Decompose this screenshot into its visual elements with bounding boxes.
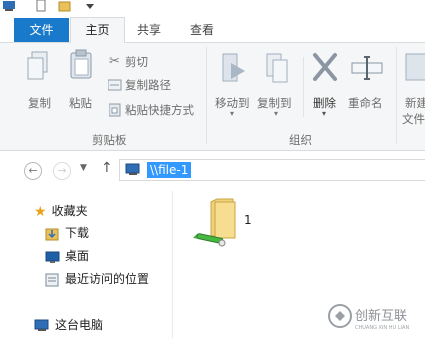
item-name: 1	[244, 213, 252, 227]
sidebar-item-label: 下载	[65, 226, 90, 240]
scissors-icon: ✂	[109, 54, 120, 69]
copy-button[interactable]: 复制	[22, 49, 58, 127]
ribbon: 复制 粘贴 ✂ 剪切 复制路径 粘贴快捷方式 剪贴板 移动到 ▾ 复制到 ▾ 删…	[0, 43, 425, 151]
svg-text:创新互联: 创新互联	[355, 308, 407, 324]
ribbon-separator	[396, 47, 397, 144]
rename-label: 重命名	[348, 96, 383, 110]
brand-logo-icon: 创新互联 CHUANG XIN HU LIAN	[328, 304, 409, 331]
star-icon: ★	[34, 203, 47, 220]
cut-label: 剪切	[125, 55, 148, 69]
move-to-icon	[222, 53, 245, 82]
clipboard-group-label: 剪贴板	[92, 133, 127, 147]
new-folder-icon	[405, 53, 425, 81]
properties-icon[interactable]	[35, 0, 47, 12]
delete-x-icon	[313, 53, 337, 81]
arrow-right-icon: →	[57, 164, 67, 177]
copy-to-icon	[266, 53, 288, 83]
new-label-line2: 文件	[402, 112, 425, 126]
address-path[interactable]: \\file-1	[147, 162, 192, 178]
tab-share[interactable]: 共享	[123, 18, 175, 42]
paste-shortcut-icon	[109, 103, 121, 117]
svg-text:CHUANG XIN HU LIAN: CHUANG XIN HU LIAN	[355, 325, 409, 331]
cut-button[interactable]: ✂ 剪切	[107, 53, 177, 71]
recent-places-icon	[45, 273, 59, 286]
sidebar-item-label: 最近访问的位置	[65, 272, 150, 286]
paste-shortcut-button[interactable]: 粘贴快捷方式	[107, 101, 202, 119]
forward-button[interactable]: →	[53, 162, 71, 180]
address-bar[interactable]: \\file-1	[119, 159, 425, 181]
ribbon-separator	[206, 47, 207, 144]
list-item[interactable]: 1	[191, 196, 271, 252]
new-folder-button[interactable]: 新建 文件	[400, 49, 425, 127]
paste-label: 粘贴	[69, 96, 92, 110]
tab-home[interactable]: 主页	[70, 17, 125, 43]
ribbon-tabs: 文件 主页 共享 查看	[0, 17, 425, 43]
new-folder-icon[interactable]	[58, 0, 72, 12]
organize-group-label: 组织	[289, 133, 312, 147]
copy-label: 复制	[28, 96, 51, 110]
back-button[interactable]: ←	[24, 162, 42, 180]
paste-button[interactable]: 粘贴	[64, 49, 100, 127]
paste-shortcut-label: 粘贴快捷方式	[125, 103, 194, 117]
sidebar-item-recent[interactable]: 最近访问的位置	[45, 270, 149, 288]
sidebar-item-label: 收藏夹	[51, 204, 88, 218]
sidebar-item-desktop[interactable]: 桌面	[45, 247, 89, 265]
copy-to-button[interactable]: 复制到 ▾	[257, 49, 299, 127]
downloads-icon	[45, 228, 59, 240]
dropdown-arrow-icon: ▾	[322, 109, 327, 118]
copy-icon	[27, 51, 48, 80]
recent-locations-dropdown[interactable]: ▼	[80, 163, 87, 173]
desktop-icon	[45, 251, 60, 263]
quick-access-toolbar	[0, 0, 425, 18]
arrow-left-icon: ←	[28, 164, 38, 177]
sidebar-item-downloads[interactable]: 下载	[45, 224, 89, 242]
new-label-line1: 新建	[405, 96, 425, 110]
dropdown-arrow-icon: ▾	[230, 109, 235, 118]
watermark-logo: 创新互联 CHUANG XIN HU LIAN	[326, 296, 425, 338]
computer-icon	[34, 319, 49, 331]
paste-icon	[70, 49, 92, 79]
shared-folder-icon	[193, 198, 236, 247]
delete-button[interactable]: 删除 ▾	[309, 49, 341, 127]
sidebar-item-favorites[interactable]: ★ 收藏夹	[34, 202, 88, 220]
copy-path-label: 复制路径	[125, 78, 171, 92]
tab-file[interactable]: 文件	[14, 18, 69, 42]
sidebar-item-this-pc[interactable]: 这台电脑	[34, 316, 103, 334]
sidebar-item-label: 这台电脑	[55, 318, 104, 332]
copy-path-button[interactable]: 复制路径	[107, 76, 187, 94]
rename-button[interactable]: 重命名	[346, 49, 388, 127]
customize-qat-icon[interactable]	[84, 0, 96, 12]
dropdown-arrow-icon: ▾	[274, 109, 279, 118]
tab-view[interactable]: 查看	[176, 18, 228, 42]
rename-icon	[351, 56, 383, 80]
up-arrow-icon[interactable]: ↑	[101, 160, 113, 176]
ribbon-separator	[303, 57, 304, 117]
sidebar-item-label: 桌面	[65, 249, 90, 263]
navigation-bar: ← → ▼ ↑ \\file-1	[0, 151, 425, 191]
move-to-button[interactable]: 移动到 ▾	[213, 49, 255, 127]
computer-icon[interactable]	[2, 0, 18, 12]
navigation-pane: ★ 收藏夹 下载 桌面 最近访问的位置 这台电脑	[0, 191, 173, 338]
copy-path-icon	[108, 79, 122, 91]
network-computer-icon	[125, 163, 140, 175]
